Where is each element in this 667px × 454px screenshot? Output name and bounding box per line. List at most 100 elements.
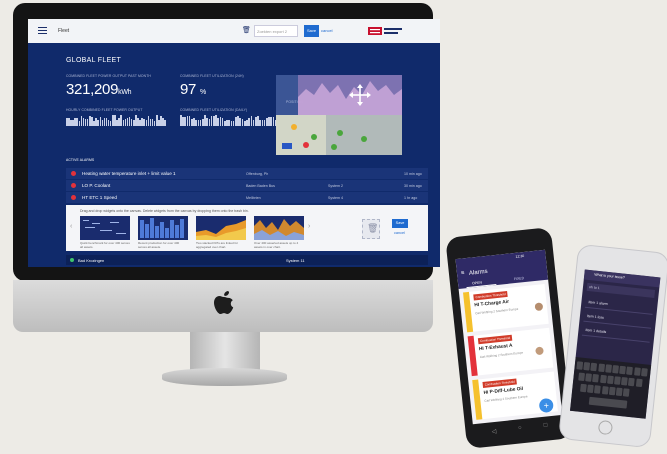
top-bar: Fleet 🗑 Zoekten export 2 Save cancel bbox=[28, 19, 440, 43]
alarm-site: Offenburg, Ph bbox=[246, 171, 269, 176]
menu-icon[interactable]: ≡ bbox=[461, 270, 465, 276]
recents-icon[interactable]: □ bbox=[543, 422, 547, 430]
severity-bar bbox=[467, 335, 478, 377]
android-clock: 12:30 bbox=[515, 253, 525, 259]
keyboard-key[interactable] bbox=[628, 377, 636, 387]
alarm-time: 10 min ago bbox=[404, 171, 422, 176]
severity-bar bbox=[462, 291, 474, 333]
avatar bbox=[534, 302, 544, 312]
keyboard-key[interactable] bbox=[590, 362, 598, 372]
home-icon[interactable]: ○ bbox=[518, 425, 522, 433]
keyboard-key[interactable] bbox=[619, 365, 627, 375]
trash-icon[interactable]: 🗑 bbox=[242, 26, 251, 35]
keyboard-key[interactable] bbox=[592, 373, 600, 383]
keyboard-key[interactable] bbox=[578, 372, 586, 382]
widget-thumb-production[interactable] bbox=[138, 216, 188, 240]
chevron-right-icon[interactable]: › bbox=[308, 223, 310, 230]
metric2-value: 97 bbox=[180, 81, 197, 98]
alarm-dot-icon bbox=[71, 183, 76, 188]
home-button[interactable] bbox=[597, 419, 614, 436]
keyboard-key[interactable] bbox=[633, 367, 641, 376]
keyboard-key[interactable] bbox=[640, 368, 648, 377]
alarm-dot-icon bbox=[71, 195, 76, 200]
alarm-row[interactable]: HT ETC 1 Speed Mellbrien System 4 1 hr a… bbox=[66, 192, 428, 203]
widget-save-button[interactable]: Save bbox=[392, 219, 408, 228]
space-key[interactable] bbox=[588, 396, 628, 409]
tab-indicator bbox=[466, 284, 497, 289]
keyboard-key[interactable] bbox=[601, 386, 609, 395]
iphone-question: What is your issue? bbox=[594, 272, 625, 280]
alarm-time: 30 min ago bbox=[404, 183, 422, 188]
back-icon[interactable]: ◁ bbox=[491, 428, 496, 436]
keyboard-key[interactable] bbox=[606, 375, 614, 385]
keyboard-key[interactable] bbox=[605, 364, 612, 373]
keyboard-key[interactable] bbox=[597, 363, 605, 373]
keyboard-key[interactable] bbox=[599, 374, 607, 384]
alarm-card[interactable]: Combustion Threshold HI T-Exhaust A Carl… bbox=[467, 327, 554, 377]
keyboard-key[interactable] bbox=[621, 377, 628, 386]
search-input[interactable]: Zoekten export 2 bbox=[254, 25, 298, 37]
alarm-badge: Combustion Threshold bbox=[473, 290, 508, 301]
alarm-subtitle: Carl Wolfring 2 Southern Europe bbox=[475, 306, 519, 316]
alarm-row[interactable]: Heating water temperature inlet + limit … bbox=[66, 168, 428, 179]
status-dot-icon bbox=[70, 258, 74, 262]
keyboard-key[interactable] bbox=[635, 378, 643, 388]
keyboard-key[interactable] bbox=[594, 385, 602, 394]
widget-thumb-stacked-kpi[interactable] bbox=[196, 216, 246, 240]
alarm-site: Mellbrien bbox=[246, 195, 261, 200]
alarm-text: LO P. Coolant bbox=[82, 183, 111, 188]
alarm-system: System 4 bbox=[328, 195, 343, 200]
keyboard-key[interactable] bbox=[580, 383, 587, 393]
widget-thumb-benchmark[interactable] bbox=[80, 216, 130, 240]
cancel-link[interactable]: cancel bbox=[321, 25, 333, 37]
metric1: 321,209kWh bbox=[66, 81, 132, 98]
keyboard-key[interactable] bbox=[576, 361, 584, 370]
keyboard-key[interactable] bbox=[583, 361, 591, 371]
metric1-label: COMBINED FLEET POWER OUTPUT PAST MONTH bbox=[66, 74, 151, 78]
status-site: Bad Krozingen bbox=[78, 258, 105, 263]
alarm-badge: Combustion Threshold bbox=[477, 334, 513, 345]
alarm-subtitle: Carl Wolfring 2 Southern Europe bbox=[484, 394, 528, 403]
alarm-system: System 2 bbox=[328, 183, 343, 188]
desktop-dashboard: Fleet 🗑 Zoekten export 2 Save cancel GLO… bbox=[28, 19, 440, 267]
keyboard-key[interactable] bbox=[585, 373, 593, 382]
trash-drop-zone[interactable]: 🗑 bbox=[362, 219, 380, 239]
alarm-title: HI T-Charge Air bbox=[474, 299, 510, 309]
widget-cancel-link[interactable]: cancel bbox=[394, 231, 405, 235]
position-map-drag-overlay[interactable] bbox=[276, 75, 402, 155]
keyboard-key[interactable] bbox=[587, 384, 594, 394]
metric2-unit: % bbox=[199, 89, 206, 96]
severity-bar bbox=[472, 379, 483, 420]
alarm-row[interactable]: LO P. Coolant Baden Baden Bus System 2 3… bbox=[66, 180, 428, 191]
widget-thumb-asserted-assets[interactable] bbox=[254, 216, 304, 240]
keyboard-key[interactable] bbox=[612, 365, 619, 374]
tab-fixed[interactable]: FIXED bbox=[514, 276, 525, 281]
android-header: 12:30 ≡ Alarms OPEN FIXED bbox=[455, 249, 549, 289]
alarm-text: Heating water temperature inlet + limit … bbox=[82, 171, 176, 176]
android-screen: 12:30 ≡ Alarms OPEN FIXED Combustion Thr… bbox=[455, 249, 563, 425]
chevron-left-icon[interactable]: ‹ bbox=[70, 223, 72, 230]
widget-caption: Over 400 asserted assets up to 4 assets … bbox=[254, 241, 299, 249]
apple-logo-icon bbox=[214, 291, 234, 314]
keyboard-key[interactable] bbox=[614, 376, 621, 385]
metric1-unit: kWh bbox=[118, 89, 132, 96]
metric2: 97 % bbox=[180, 81, 206, 98]
alarm-card[interactable]: Combustion Threshold HI T-Charge Air Car… bbox=[462, 283, 549, 333]
metric2-label: COMBINED FLEET UTILIZATION (24H) bbox=[180, 74, 244, 78]
keyboard-key[interactable] bbox=[622, 388, 630, 397]
status-bar: Bad Krozingen System 11 bbox=[66, 255, 428, 265]
spark-bar bbox=[164, 119, 166, 126]
hamburger-menu-icon[interactable] bbox=[38, 27, 47, 34]
imac-stand-neck bbox=[190, 332, 260, 372]
status-system: System 11 bbox=[286, 258, 305, 263]
keyboard-key[interactable] bbox=[626, 366, 634, 376]
save-button[interactable]: Save bbox=[304, 25, 319, 37]
sub1-label: HOURLY COMBINED FLEET POWER OUTPUT bbox=[66, 108, 143, 112]
keyboard[interactable] bbox=[569, 357, 652, 419]
widget-picker-panel: Drag and drop widgets onto the canvas. D… bbox=[66, 205, 428, 251]
alarm-subtitle: Carl Wolfring 2 Southern Europe bbox=[479, 350, 524, 360]
keyboard-key[interactable] bbox=[615, 387, 623, 397]
alarm-card[interactable]: Combustion Threshold Hi P-Diff-Lube Oil … bbox=[472, 371, 558, 420]
keyboard-key[interactable] bbox=[608, 386, 616, 396]
alarm-badge: Combustion Threshold bbox=[482, 378, 518, 388]
